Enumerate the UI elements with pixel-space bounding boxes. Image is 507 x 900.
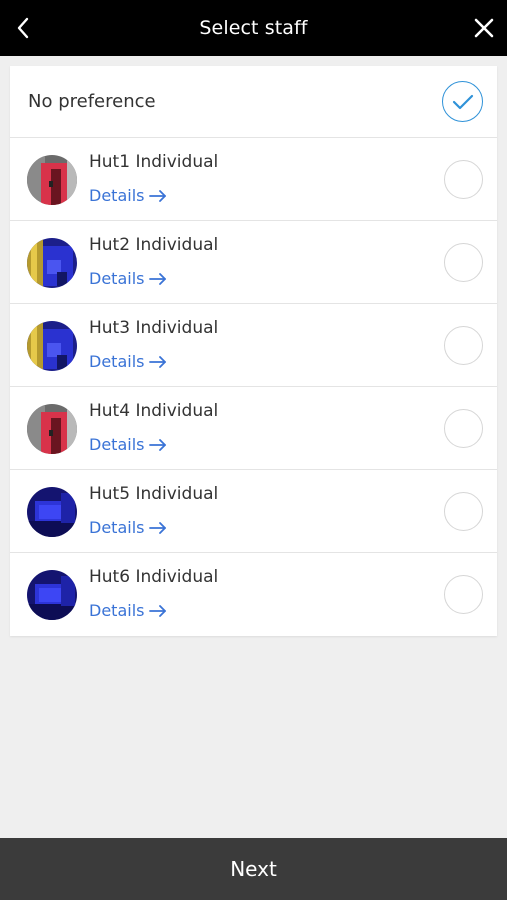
staff-option[interactable]: Hut1 Individual Details (10, 138, 497, 221)
staff-option[interactable]: Hut3 Individual Details (10, 304, 497, 387)
arrow-right-icon (149, 604, 167, 617)
staff-name: Hut6 Individual (89, 567, 219, 587)
avatar (27, 155, 77, 205)
staff-list: Hut1 Individual Details Hut2 Individual Det… (10, 138, 497, 636)
staff-radio[interactable] (444, 326, 483, 365)
no-preference-option[interactable]: No preference (10, 66, 497, 138)
details-label: Details (89, 186, 145, 205)
details-link[interactable]: Details (89, 518, 167, 537)
next-button-label: Next (230, 857, 277, 881)
page-title: Select staff (199, 17, 308, 39)
staff-option[interactable]: Hut4 Individual Details (10, 387, 497, 470)
staff-list-card: No preference Hut1 Individual Details Hut2… (10, 66, 497, 636)
details-label: Details (89, 352, 145, 371)
details-label: Details (89, 269, 145, 288)
back-button[interactable] (8, 13, 38, 43)
close-icon (474, 18, 494, 38)
arrow-right-icon (149, 272, 167, 285)
checkmark-icon (452, 94, 473, 109)
details-label: Details (89, 518, 145, 537)
staff-radio[interactable] (444, 492, 483, 531)
arrow-right-icon (149, 521, 167, 534)
arrow-right-icon (149, 438, 167, 451)
staff-name: Hut1 Individual (89, 152, 219, 172)
staff-radio[interactable] (444, 409, 483, 448)
avatar (27, 487, 77, 537)
details-link[interactable]: Details (89, 186, 167, 205)
staff-option[interactable]: Hut6 Individual Details (10, 553, 497, 636)
details-link[interactable]: Details (89, 601, 167, 620)
next-button[interactable]: Next (0, 838, 507, 900)
arrow-right-icon (149, 189, 167, 202)
header-bar: Select staff (0, 0, 507, 56)
arrow-right-icon (149, 355, 167, 368)
avatar (27, 570, 77, 620)
details-link[interactable]: Details (89, 352, 167, 371)
close-button[interactable] (469, 13, 499, 43)
staff-name: Hut4 Individual (89, 401, 219, 421)
staff-option[interactable]: Hut2 Individual Details (10, 221, 497, 304)
details-label: Details (89, 435, 145, 454)
staff-name: Hut3 Individual (89, 318, 219, 338)
staff-radio[interactable] (444, 160, 483, 199)
details-label: Details (89, 601, 145, 620)
details-link[interactable]: Details (89, 435, 167, 454)
staff-name: Hut5 Individual (89, 484, 219, 504)
staff-option[interactable]: Hut5 Individual Details (10, 470, 497, 553)
staff-name: Hut2 Individual (89, 235, 219, 255)
no-preference-radio-selected[interactable] (442, 81, 483, 122)
no-preference-label: No preference (28, 91, 156, 112)
chevron-left-icon (17, 17, 29, 39)
details-link[interactable]: Details (89, 269, 167, 288)
staff-radio[interactable] (444, 243, 483, 282)
staff-radio[interactable] (444, 575, 483, 614)
avatar (27, 404, 77, 454)
avatar (27, 321, 77, 371)
avatar (27, 238, 77, 288)
